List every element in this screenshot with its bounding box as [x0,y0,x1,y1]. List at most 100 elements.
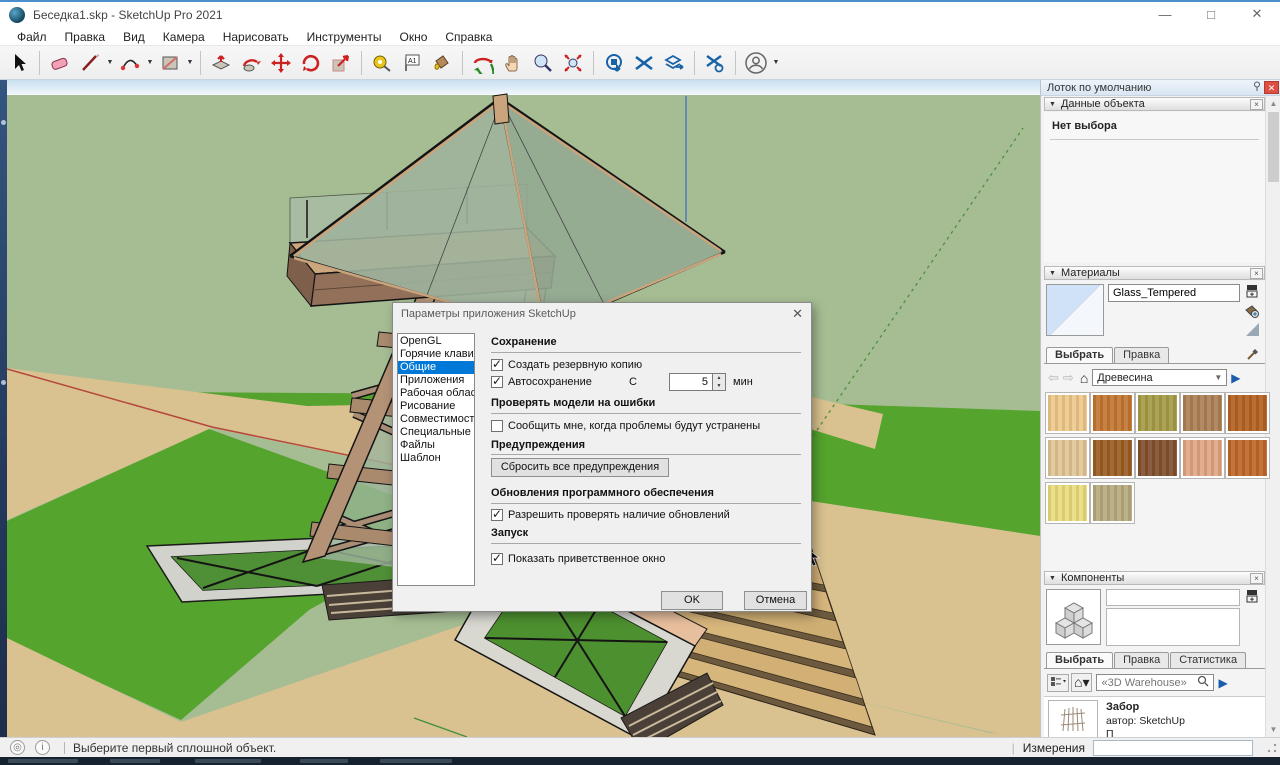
entity-info-header[interactable]: ▼ Данные объекта × [1044,97,1265,111]
menu-item-вид[interactable]: Вид [114,30,154,44]
material-swatch[interactable] [1136,393,1179,433]
menu-item-камера[interactable]: Камера [154,30,214,44]
tab-components-edit[interactable]: Правка [1114,652,1169,668]
sample-paint-icon[interactable] [1246,323,1259,336]
cancel-button[interactable]: Отмена [744,591,807,610]
arc-tool-icon[interactable] [116,49,144,77]
material-swatch[interactable] [1181,438,1224,478]
collection-dropdown[interactable]: Древесина ▼ [1092,369,1227,386]
notify-checkbox[interactable] [491,420,503,432]
material-swatch[interactable] [1091,393,1134,433]
solid-intersect-icon[interactable] [630,49,658,77]
material-name-input[interactable] [1108,284,1240,302]
tab-materials-select[interactable]: Выбрать [1046,347,1113,364]
category-item[interactable]: Шаблон [398,452,474,465]
dialog-title-bar[interactable]: Параметры приложения SketchUp ✕ [393,303,811,325]
material-preview[interactable] [1046,284,1104,336]
category-item[interactable]: Рисование [398,400,474,413]
view-options-icon[interactable] [1047,674,1069,692]
tape-measure-tool-icon[interactable] [368,49,396,77]
material-swatch[interactable] [1091,483,1134,523]
outer-shell-icon[interactable] [660,49,688,77]
push-pull-tool-icon[interactable] [207,49,235,77]
collapse-triangle-icon[interactable]: ▼ [1049,101,1056,108]
follow-me-tool-icon[interactable] [237,49,265,77]
material-swatch[interactable] [1046,393,1089,433]
account-dropdown[interactable]: ▼ [771,49,781,77]
details-arrow-icon[interactable]: ▶ [1231,371,1240,385]
entity-info-close-button[interactable]: × [1250,99,1263,110]
line-tool-icon[interactable] [76,49,104,77]
autosave-checkbox-row[interactable]: Автосохранение [491,376,592,388]
dialog-close-icon[interactable]: ✕ [792,306,803,322]
orbit-tool-icon[interactable] [469,49,497,77]
tray-close-button[interactable]: ✕ [1264,81,1279,94]
material-swatch[interactable] [1226,393,1269,433]
menu-item-справка[interactable]: Справка [436,30,501,44]
zoom-tool-icon[interactable] [529,49,557,77]
pin-icon[interactable] [1250,81,1264,94]
components-close-button[interactable]: × [1250,573,1263,584]
welcome-checkbox[interactable] [491,553,503,565]
tab-materials-edit[interactable]: Правка [1114,347,1169,363]
tab-components-statistics[interactable]: Статистика [1170,652,1246,668]
secondary-pane-icon[interactable] [1245,589,1259,606]
notify-checkbox-row[interactable]: Сообщить мне, когда проблемы будут устра… [491,420,760,432]
allow-updates-checkbox[interactable] [491,509,503,521]
pan-tool-icon[interactable] [499,49,527,77]
material-swatch[interactable] [1136,438,1179,478]
shapes-tool-icon[interactable] [156,49,184,77]
component-result-row[interactable]: Забор автор: SketchUp П [1044,696,1265,737]
paint-bucket-tool-icon[interactable] [428,49,456,77]
category-item[interactable]: Совместимость [398,413,474,426]
measurements-input[interactable] [1093,740,1253,756]
ok-button[interactable]: OK [661,591,723,610]
component-description-field[interactable] [1106,608,1240,646]
category-item[interactable]: Специальные возможности [398,426,474,439]
eraser-tool-icon[interactable] [46,49,74,77]
welcome-checkbox-row[interactable]: Показать приветственное окно [491,553,665,565]
spinner-arrows[interactable]: ▲▼ [713,373,726,391]
reset-warnings-button[interactable]: Сбросить все предупреждения [491,458,669,477]
category-item[interactable]: Рабочая область [398,387,474,400]
shapes-tool-dropdown[interactable]: ▼ [185,49,195,77]
collapse-triangle-icon[interactable]: ▼ [1049,270,1056,277]
warehouse-search-input[interactable] [1101,677,1197,689]
rotate-tool-icon[interactable] [297,49,325,77]
solid-trim-icon[interactable] [701,49,729,77]
category-item[interactable]: Общие [398,361,474,374]
materials-header[interactable]: ▼ Материалы × [1044,266,1265,280]
move-tool-icon[interactable] [267,49,295,77]
menu-item-окно[interactable]: Окно [390,30,436,44]
arc-tool-dropdown[interactable]: ▼ [145,49,155,77]
category-item[interactable]: Горячие клавиши [398,348,474,361]
material-swatch[interactable] [1226,438,1269,478]
material-swatch[interactable] [1181,393,1224,433]
resize-grip[interactable] [1267,743,1277,753]
category-item[interactable]: OpenGL [398,335,474,348]
maximize-button[interactable]: □ [1188,0,1234,28]
materials-close-button[interactable]: × [1250,268,1263,279]
category-item[interactable]: Файлы [398,439,474,452]
material-swatch[interactable] [1046,483,1089,523]
material-swatch[interactable] [1046,438,1089,478]
eyedropper-icon[interactable] [1246,347,1260,364]
category-item[interactable]: Приложения [398,374,474,387]
material-swatch[interactable] [1091,438,1134,478]
account-icon[interactable] [742,49,770,77]
create-material-icon[interactable] [1244,303,1260,322]
close-button[interactable]: ✕ [1234,0,1280,28]
select-tool-icon[interactable] [5,49,33,77]
scroll-down-icon[interactable]: ▼ [1266,722,1280,737]
tab-components-select[interactable]: Выбрать [1046,652,1113,669]
warehouse-search[interactable] [1096,674,1214,691]
autosave-minutes-input[interactable]: 5 [669,373,713,391]
collapse-triangle-icon[interactable]: ▼ [1049,575,1056,582]
home-icon[interactable]: ⌂▾ [1071,673,1092,692]
info-icon[interactable]: i [35,740,50,755]
forward-arrow-icon[interactable]: ⇨ [1063,370,1074,386]
back-arrow-icon[interactable]: ⇦ [1048,370,1059,386]
geolocation-icon[interactable]: ◎ [10,740,25,755]
scrollbar-thumb[interactable] [1268,112,1279,182]
scroll-up-icon[interactable]: ▲ [1266,96,1280,111]
